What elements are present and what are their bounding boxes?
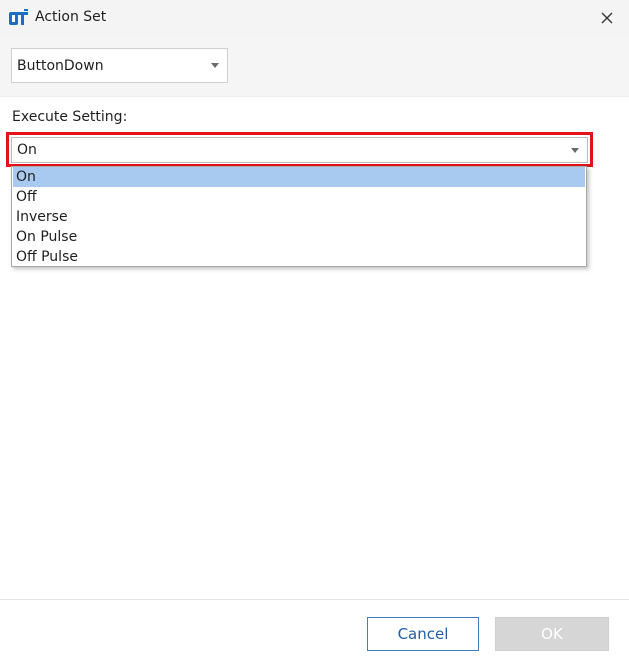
event-section: ButtonDown — [0, 36, 629, 97]
close-icon — [601, 12, 613, 24]
option-off-pulse[interactable]: Off Pulse — [13, 247, 585, 267]
execute-setting-dropdown[interactable]: On — [11, 137, 588, 163]
footer-divider — [0, 599, 629, 600]
option-on[interactable]: On — [13, 167, 585, 187]
chevron-down-icon — [571, 148, 579, 153]
option-inverse[interactable]: Inverse — [13, 207, 585, 227]
cancel-button[interactable]: Cancel — [367, 617, 479, 651]
title-bar: Action Set — [0, 0, 629, 36]
execute-setting-options: On Off Inverse On Pulse Off Pulse — [11, 166, 587, 267]
option-off[interactable]: Off — [13, 187, 585, 207]
event-dropdown-value: ButtonDown — [17, 57, 104, 74]
event-dropdown[interactable]: ButtonDown — [11, 48, 228, 83]
close-button[interactable] — [593, 4, 621, 32]
execute-setting-value: On — [17, 142, 37, 158]
action-set-dialog: Action Set ButtonDown Execute Setting: O… — [0, 0, 629, 661]
app-logo-icon — [9, 9, 28, 25]
option-on-pulse[interactable]: On Pulse — [13, 227, 585, 247]
ok-button[interactable]: OK — [495, 617, 609, 651]
execute-setting-label: Execute Setting: — [12, 109, 128, 125]
dialog-title: Action Set — [35, 9, 107, 25]
chevron-down-icon — [211, 63, 219, 68]
